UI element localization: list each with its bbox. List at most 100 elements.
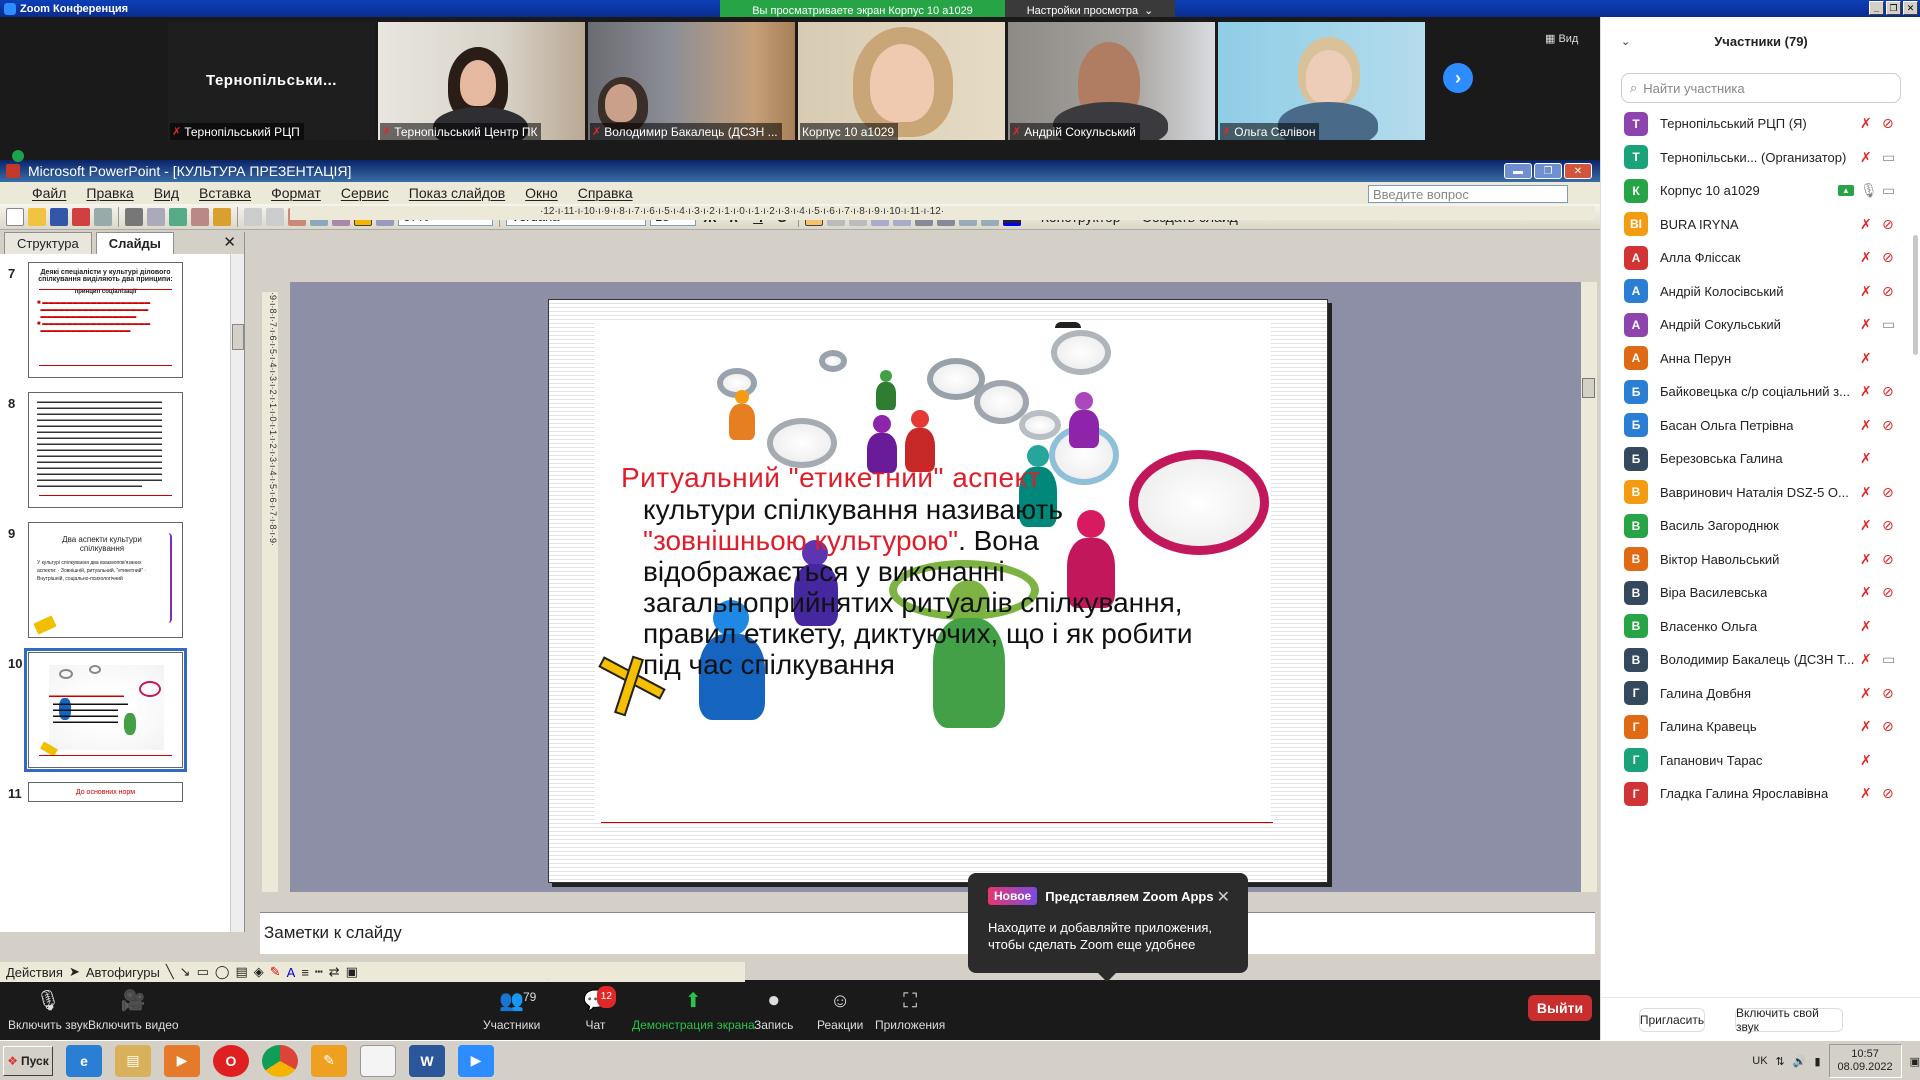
arrow-style-icon[interactable]: ⇄: [329, 964, 340, 980]
slides-pane-scrollbar[interactable]: [230, 254, 244, 932]
email-icon[interactable]: [94, 207, 112, 226]
video-tile[interactable]: ✗ Андрій Сокульський: [1008, 22, 1215, 140]
menu-window[interactable]: Окно: [525, 185, 558, 201]
network-icon[interactable]: ⇅: [1776, 1055, 1785, 1068]
redo-icon[interactable]: [266, 207, 284, 226]
menu-edit[interactable]: Правка: [86, 185, 133, 201]
line-color-icon[interactable]: ✎: [270, 964, 281, 980]
system-clock[interactable]: 10:57 08.09.2022: [1828, 1044, 1902, 1078]
opera-icon[interactable]: O: [213, 1044, 249, 1077]
menu-file[interactable]: Файл: [32, 185, 66, 201]
fill-color-icon[interactable]: ◈: [254, 964, 264, 980]
slide-thumbnail[interactable]: ▬▬▬▬▬▬▬▬▬▬▬▬▬▬▬▬▬▬▬▬▬▬▬▬▬ ▬▬▬▬▬▬▬▬▬▬▬▬▬▬▬…: [28, 392, 183, 508]
audio-options-caret[interactable]: ⌃: [70, 976, 79, 989]
battery-icon[interactable]: ▮: [1814, 1055, 1820, 1068]
dash-style-icon[interactable]: ┅: [315, 964, 323, 980]
chat-button[interactable]: 💬 12 Чат: [583, 986, 616, 1032]
menu-tools[interactable]: Сервис: [341, 185, 389, 201]
participants-button[interactable]: 👥 79 Участники: [483, 990, 540, 1032]
document-icon[interactable]: [360, 1044, 396, 1077]
print-preview-icon[interactable]: [147, 207, 165, 226]
shadow-style-icon[interactable]: ▣: [346, 964, 358, 980]
draw-actions-menu[interactable]: Действия: [6, 965, 63, 980]
close-button[interactable]: ✕: [1903, 1, 1918, 15]
leave-meeting-button[interactable]: Выйти: [1528, 995, 1592, 1021]
research-icon[interactable]: [191, 207, 209, 226]
minimize-button[interactable]: _: [1869, 1, 1884, 15]
participant-list-scrollbar[interactable]: [1913, 65, 1919, 995]
undo-icon[interactable]: [244, 207, 262, 226]
video-tile[interactable]: Тернопільськи... ✗ Тернопільський РЦП: [168, 22, 375, 140]
ask-question-input[interactable]: Введите вопрос: [1368, 185, 1568, 203]
close-pane-icon[interactable]: ✕: [223, 233, 236, 251]
participants-caret[interactable]: ⌃: [544, 976, 553, 989]
menu-slideshow[interactable]: Показ слайдов: [409, 185, 505, 201]
zoom-taskbar-icon[interactable]: ▶: [458, 1044, 494, 1077]
save-icon[interactable]: [50, 207, 68, 226]
slide-vertical-scrollbar[interactable]: [1581, 282, 1597, 892]
slide-thumbnail[interactable]: Два аспекти культури спілкування У культ…: [28, 522, 183, 638]
word-icon[interactable]: W: [409, 1044, 445, 1077]
permission-icon[interactable]: [72, 207, 90, 226]
volume-icon[interactable]: 🔊: [1793, 1055, 1807, 1068]
current-slide[interactable]: Ритуальний "етикетний" аспект культури с…: [548, 299, 1328, 883]
video-tile[interactable]: ✗ Ольга Салівон: [1218, 22, 1425, 140]
arrow-icon[interactable]: ↘: [180, 964, 191, 980]
media-player-icon[interactable]: ▶: [164, 1044, 200, 1077]
show-desktop-icon[interactable]: ▣: [1910, 1055, 1920, 1068]
slide-title[interactable]: Ритуальний "етикетний" аспект: [621, 462, 1041, 494]
unmute-self-button[interactable]: Включить свой звук: [1735, 1006, 1843, 1034]
participant-row[interactable]: Г Гладка Галина Ярославівна ✗ ⊘: [1601, 773, 1911, 814]
language-indicator[interactable]: UK: [1752, 1055, 1767, 1067]
line-style-icon[interactable]: ≡: [301, 965, 309, 980]
collapse-chevron-icon[interactable]: ⌄: [1621, 35, 1630, 48]
ppt-close-button[interactable]: ✕: [1564, 163, 1592, 179]
slide-thumbnail[interactable]: Деякі спеціалісти у культурі ділового сп…: [28, 262, 183, 378]
textbox-icon[interactable]: ▤: [235, 964, 247, 980]
unmute-button[interactable]: 🎙 Включить звук: [8, 990, 88, 1032]
open-folder-icon[interactable]: [28, 207, 46, 226]
menu-view[interactable]: Вид: [154, 185, 179, 201]
internet-explorer-icon[interactable]: e: [66, 1044, 102, 1077]
font-color-draw-icon[interactable]: A: [287, 965, 296, 980]
format-painter-icon[interactable]: [213, 207, 231, 226]
invite-button[interactable]: Пригласить: [1639, 1008, 1705, 1032]
video-tile[interactable]: ✗ Тернопільський Центр ПК: [378, 22, 585, 140]
ppt-minimize-button[interactable]: ▬: [1504, 163, 1532, 179]
next-page-arrow-button[interactable]: ›: [1443, 63, 1473, 93]
print-icon[interactable]: [125, 207, 143, 226]
slide-body-text[interactable]: культури спілкування називають "зовнішнь…: [643, 494, 1203, 680]
slide-thumbnail[interactable]: До основних норм: [28, 782, 183, 802]
line-icon[interactable]: ╲: [166, 964, 174, 980]
record-button[interactable]: ⏺ Запись: [754, 990, 793, 1032]
view-button[interactable]: ▦ Вид: [1545, 32, 1578, 45]
vertical-ruler: ·9·ı·8·ı·7·ı·6·ı·5·ı·4·ı·3·ı·2·ı·1·ı·0·ı…: [262, 292, 278, 892]
close-icon[interactable]: ✕: [1217, 887, 1230, 907]
apps-button[interactable]: ⛶ Приложения: [875, 990, 945, 1032]
rectangle-icon[interactable]: ▭: [197, 964, 209, 980]
spelling-icon[interactable]: [169, 207, 187, 226]
file-explorer-icon[interactable]: ▤: [115, 1044, 151, 1077]
start-button[interactable]: ❖ Пуск: [3, 1045, 53, 1076]
menu-help[interactable]: Справка: [578, 185, 633, 201]
menu-insert[interactable]: Вставка: [199, 185, 251, 201]
restore-button[interactable]: ❐: [1886, 1, 1901, 15]
participant-avatar: Г: [1624, 748, 1648, 772]
menu-format[interactable]: Формат: [271, 185, 321, 201]
start-video-button[interactable]: 🎥 Включить видео: [88, 990, 179, 1032]
share-screen-button[interactable]: ⬆ Демонстрация экрана: [632, 990, 755, 1032]
autoshapes-menu[interactable]: Автофигуры: [86, 965, 160, 980]
reactions-button[interactable]: ☺ Реакции: [817, 990, 863, 1032]
participant-search-input[interactable]: ⌕ Найти участника: [1621, 73, 1901, 103]
tab-slides[interactable]: Слайды: [95, 232, 174, 254]
new-document-icon[interactable]: [6, 207, 24, 226]
slide-thumbnail-selected[interactable]: ▬▬▬▬▬▬▬▬▬▬▬▬▬▬▬ ▬▬▬▬▬▬▬▬▬▬▬▬▬▬▬ ▬▬▬▬▬▬▬▬▬…: [24, 648, 187, 772]
video-tile-active-speaker[interactable]: Корпус 10 а1029: [798, 22, 1005, 140]
tab-outline[interactable]: Структура: [4, 232, 92, 254]
slide-notes-field[interactable]: Заметки к слайду: [260, 912, 1595, 954]
video-tile[interactable]: ✗ Володимир Бакалець (ДСЗН ...: [588, 22, 795, 140]
pencil-app-icon[interactable]: ✎: [311, 1044, 347, 1077]
chrome-icon[interactable]: [262, 1044, 298, 1077]
ppt-restore-button[interactable]: ❐: [1534, 163, 1562, 179]
oval-icon[interactable]: ◯: [215, 964, 230, 980]
